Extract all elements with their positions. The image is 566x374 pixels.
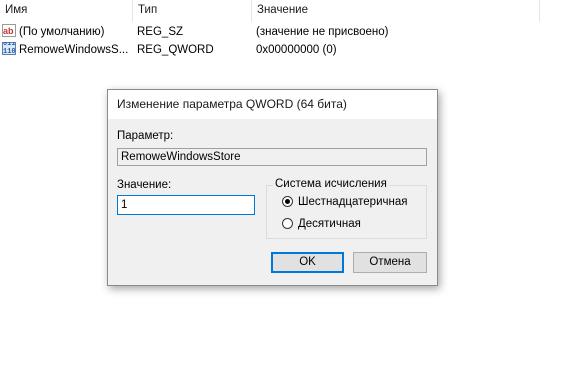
column-header-name[interactable]: Имя (0, 0, 132, 22)
list-item[interactable]: 011 110 RemoweWindowsS... REG_QWORD 0x000… (0, 42, 540, 59)
radio-label: Шестнадцатеричная (298, 196, 408, 208)
value-data: 0x00000000 (0) (256, 44, 337, 56)
value-name-cell: ab (По умолчанию) (2, 24, 130, 41)
column-header-data[interactable]: Значение (251, 0, 540, 22)
radio-hexadecimal[interactable]: Шестнадцатеричная (282, 194, 407, 210)
radio-label: Десятичная (298, 218, 361, 230)
param-name-field: RemoweWindowsStore (117, 148, 427, 166)
radio-unchecked-icon (282, 218, 293, 229)
edit-qword-dialog: Изменение параметра QWORD (64 бита) Пара… (107, 89, 438, 286)
list-item[interactable]: ab (По умолчанию) REG_SZ (значение не при… (0, 24, 540, 41)
value-data-input[interactable] (117, 195, 255, 215)
radio-checked-icon (282, 196, 293, 207)
binary-value-icon: 011 110 (2, 42, 16, 56)
value-name: (По умолчанию) (19, 26, 105, 38)
column-header-type[interactable]: Тип (132, 0, 251, 22)
dialog-title: Изменение параметра QWORD (64 бита) (117, 97, 347, 111)
value-data-label: Значение: (117, 179, 172, 191)
value-name-cell: 011 110 RemoweWindowsS... (2, 42, 130, 59)
value-type: REG_QWORD (137, 44, 214, 56)
value-name: RemoweWindowsS... (19, 44, 129, 56)
string-value-icon: ab (2, 24, 16, 37)
ok-button[interactable]: OK (271, 252, 344, 273)
radio-decimal[interactable]: Десятичная (282, 216, 361, 232)
param-name-label: Параметр: (117, 130, 174, 142)
list-header: Имя Тип Значение (0, 0, 540, 22)
dialog-titlebar[interactable]: Изменение параметра QWORD (64 бита) (108, 90, 437, 119)
value-data: (значение не присвоено) (256, 26, 389, 38)
base-group-label: Система исчисления (273, 178, 389, 190)
cancel-button[interactable]: Отмена (353, 252, 427, 273)
value-type: REG_SZ (137, 26, 184, 38)
